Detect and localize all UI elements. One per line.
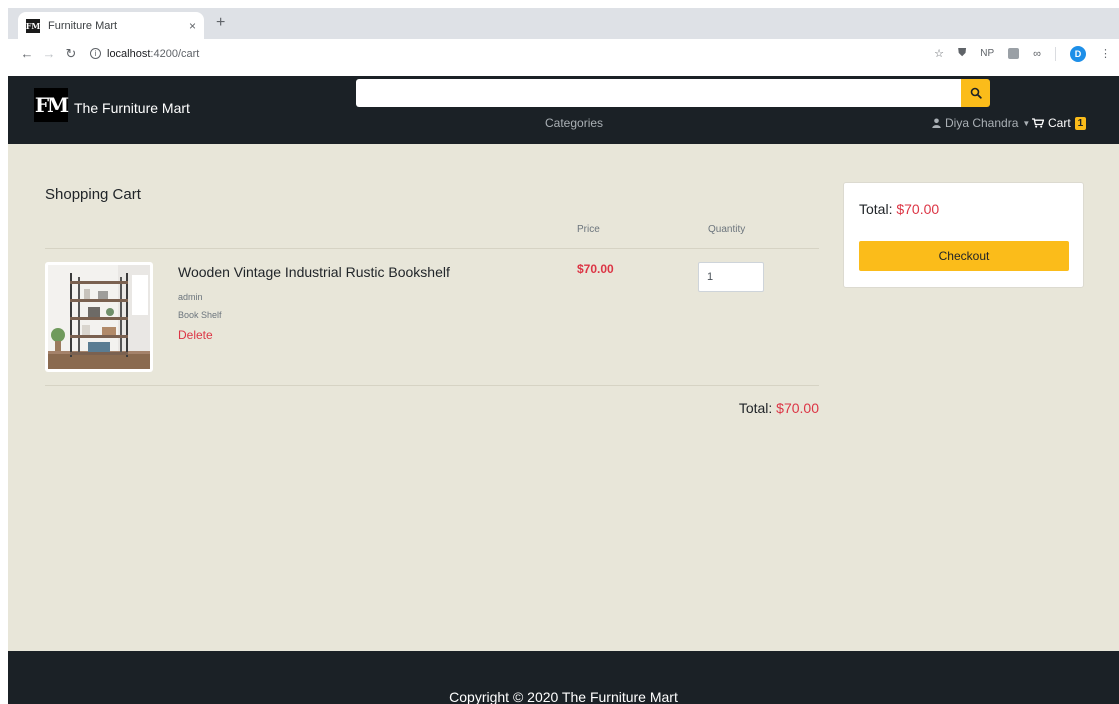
- browser-chrome: FM Furniture Mart × + ← → ↻ i localhost:…: [8, 8, 1119, 68]
- forward-icon[interactable]: →: [38, 46, 60, 61]
- back-icon[interactable]: ←: [16, 46, 38, 61]
- column-header-price: Price: [577, 224, 600, 235]
- summary-total-label: Total:: [859, 201, 893, 217]
- product-name[interactable]: Wooden Vintage Industrial Rustic Bookshe…: [178, 264, 450, 280]
- site-footer: Copyright © 2020 The Furniture Mart: [8, 651, 1119, 704]
- search-icon: [970, 87, 982, 99]
- reload-icon[interactable]: ↻: [60, 46, 82, 62]
- user-icon: [932, 118, 941, 128]
- cart-total: Total: $70.00: [739, 400, 819, 416]
- search-button[interactable]: [961, 79, 990, 107]
- browser-tab[interactable]: FM Furniture Mart ×: [18, 12, 204, 39]
- page-title: Shopping Cart: [45, 186, 141, 203]
- order-summary-card: Total: $70.00 Checkout: [843, 182, 1084, 288]
- product-thumbnail[interactable]: [45, 262, 153, 372]
- user-menu[interactable]: Diya Chandra ▼: [932, 116, 1030, 130]
- cart-link[interactable]: Cart 1: [1032, 116, 1087, 130]
- copyright-text: Copyright © 2020 The Furniture Mart: [449, 689, 678, 704]
- tab-close-icon[interactable]: ×: [189, 19, 196, 33]
- user-name: Diya Chandra: [945, 116, 1019, 130]
- logo[interactable]: FM: [34, 88, 69, 122]
- toolbar-actions: ☆ ⛊ NP ∞ D ⋮: [934, 45, 1111, 62]
- product-price: $70.00: [577, 262, 614, 276]
- summary-total: Total: $70.00: [859, 201, 939, 217]
- square-extension-icon[interactable]: [1008, 48, 1020, 59]
- browser-toolbar: ← → ↻ i localhost:4200/cart ☆ ⛊ NP ∞ D ⋮: [8, 39, 1119, 68]
- product-seller: admin: [178, 292, 203, 302]
- url-path: :4200/cart: [150, 47, 200, 60]
- cart-page: Shopping Cart Price Quantity Wooden Vint…: [8, 144, 1119, 651]
- bookmark-star-icon[interactable]: ☆: [934, 47, 944, 60]
- tab-title: Furniture Mart: [48, 19, 118, 32]
- divider: [45, 385, 819, 386]
- delete-link[interactable]: Delete: [178, 328, 213, 342]
- toolbar-divider: [1055, 46, 1056, 61]
- new-tab-button[interactable]: +: [216, 14, 225, 32]
- summary-total-value: $70.00: [896, 201, 940, 217]
- profile-avatar[interactable]: D: [1070, 45, 1086, 62]
- cart-label: Cart: [1048, 116, 1071, 130]
- chevron-down-icon: ▼: [1022, 118, 1031, 128]
- cart-total-label: Total:: [738, 400, 773, 416]
- address-bar[interactable]: i localhost:4200/cart: [90, 48, 199, 60]
- checkout-button[interactable]: Checkout: [859, 241, 1069, 271]
- categories-link[interactable]: Categories: [545, 116, 603, 130]
- site-header: FM The Furniture Mart Categories Diya Ch…: [8, 76, 1119, 144]
- shield-extension-icon[interactable]: ⛊: [958, 47, 966, 60]
- menu-kebab-icon[interactable]: ⋮: [1100, 47, 1111, 60]
- link-extension-icon[interactable]: ∞: [1033, 48, 1041, 60]
- column-header-quantity: Quantity: [708, 224, 746, 235]
- np-extension-icon[interactable]: NP: [980, 48, 994, 59]
- cart-icon: [1032, 118, 1044, 128]
- quantity-input[interactable]: [698, 262, 764, 292]
- url-host: localhost: [107, 47, 151, 60]
- product-category: Book Shelf: [178, 310, 222, 320]
- favicon-icon: FM: [25, 18, 41, 33]
- search-input[interactable]: [356, 79, 961, 107]
- cart-total-value: $70.00: [776, 400, 819, 416]
- bookshelf-image: [48, 265, 150, 369]
- divider: [45, 248, 819, 249]
- info-icon[interactable]: i: [90, 48, 101, 59]
- brand-name[interactable]: The Furniture Mart: [74, 100, 190, 116]
- cart-count-badge: 1: [1074, 116, 1087, 130]
